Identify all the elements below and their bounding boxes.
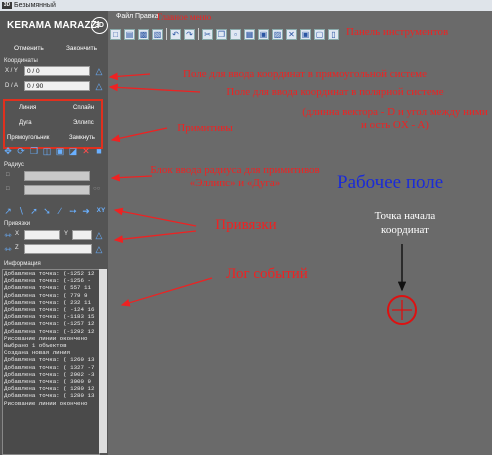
arrow-radius [110,173,153,182]
arrow-snaps-2 [113,230,197,244]
arrow-primitives [110,127,168,143]
arrow-log [120,277,213,307]
annotation-arrows [108,72,417,325]
arrow-snaps-1 [113,207,197,227]
origin-marker [387,295,417,325]
arrow-rect-input [108,72,151,81]
arrow-polar-input [108,83,201,93]
